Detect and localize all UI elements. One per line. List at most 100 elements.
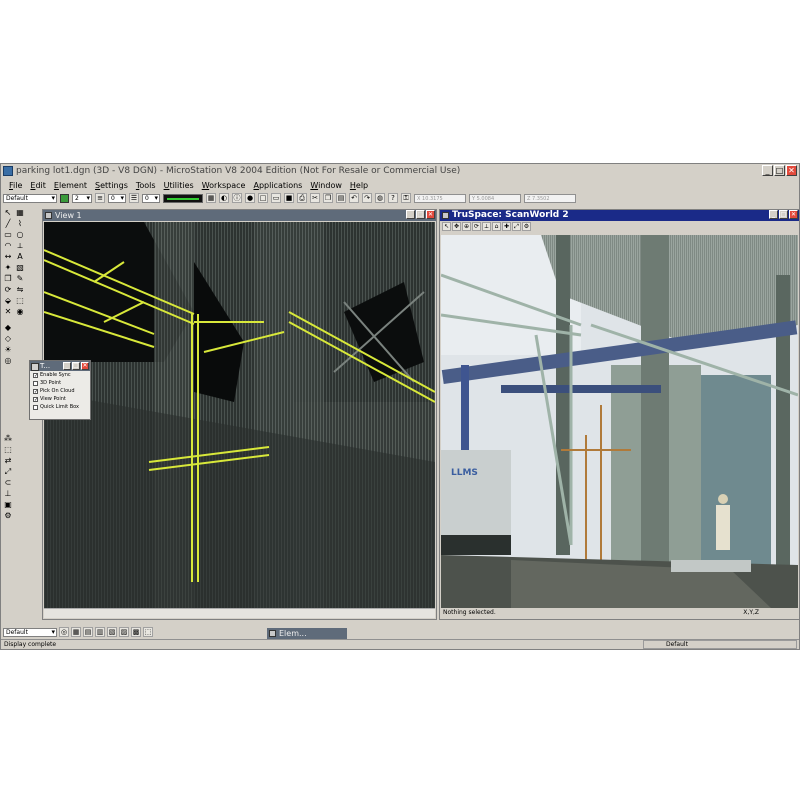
info-icon[interactable]: ⓘ [232, 193, 242, 203]
ts-fit-icon[interactable]: ⤢ [512, 222, 521, 231]
ts-zoom-icon[interactable]: ⊕ [462, 222, 471, 231]
modify-icon[interactable]: ✎ [15, 274, 25, 284]
bottom-view-icon[interactable]: ◎ [59, 627, 69, 637]
line-style-icon[interactable]: ≡ [95, 193, 105, 203]
dialog-close-button[interactable]: ✕ [81, 362, 89, 370]
maximize-button[interactable]: □ [774, 165, 785, 176]
drop-icon[interactable]: ⬙ [3, 296, 13, 306]
active-level-display[interactable]: Default [643, 640, 797, 649]
option-pick-on-cloud[interactable]: ✓ Pick On Cloud [30, 387, 90, 395]
bottom-tool-1-icon[interactable]: ▦ [71, 627, 81, 637]
cloud-fit-icon[interactable]: ⤢ [3, 467, 13, 477]
place-block-icon[interactable]: ▭ [3, 230, 13, 240]
ts-measure-icon[interactable]: ⟂ [482, 222, 491, 231]
cloud-steel-icon[interactable]: ⊥ [3, 489, 13, 499]
coord-x-field[interactable]: X 10.3175 [414, 193, 466, 203]
rotate-icon[interactable]: ⟳ [3, 285, 13, 295]
view-point-checkbox[interactable]: ✓ [33, 396, 38, 402]
scanworld-photo-canvas[interactable]: LLMS [441, 235, 798, 608]
smartline-icon[interactable]: ⌇ [15, 219, 25, 229]
element-info-icon[interactable]: ▦ [206, 193, 216, 203]
line-weight-icon[interactable]: ☰ [129, 193, 139, 203]
fence-icon[interactable]: ▦ [15, 208, 25, 218]
option-enable-sync[interactable]: ✓ Enable Sync [30, 371, 90, 379]
truspace-maximize-button[interactable]: □ [779, 210, 788, 219]
option-view-point[interactable]: ✓ View Point [30, 395, 90, 403]
menu-file[interactable]: File [9, 181, 22, 190]
truspace-close-button[interactable]: ✕ [789, 210, 798, 219]
cloud-settings-icon[interactable]: ⚙ [3, 511, 13, 521]
bottom-level-select[interactable]: Default [3, 627, 57, 637]
menu-element[interactable]: Element [54, 181, 87, 190]
option-3d-point[interactable]: 3D Point [30, 379, 90, 387]
view-icon[interactable]: ◎ [3, 356, 13, 366]
bottom-tool-4-icon[interactable]: ▧ [107, 627, 117, 637]
surface-icon[interactable]: ◇ [3, 334, 13, 344]
quick-limit-box-checkbox[interactable] [33, 404, 38, 410]
ts-settings-icon[interactable]: ⚙ [522, 222, 531, 231]
open-file-icon[interactable]: ▭ [271, 193, 281, 203]
text-icon[interactable]: A [15, 252, 25, 262]
level-select[interactable]: Default [3, 193, 57, 203]
cloud-select-icon[interactable]: ⁂ [3, 434, 13, 444]
menu-edit[interactable]: Edit [30, 181, 46, 190]
style-select[interactable]: 0 [108, 193, 126, 203]
cloud-patch-icon[interactable]: ▣ [3, 500, 13, 510]
menu-tools[interactable]: Tools [136, 181, 156, 190]
enable-sync-checkbox[interactable]: ✓ [33, 372, 38, 378]
bottom-tool-2-icon[interactable]: ▤ [83, 627, 93, 637]
cell-icon[interactable]: ✦ [3, 263, 13, 273]
cloud-fence-icon[interactable]: ⬚ [3, 445, 13, 455]
pick-on-cloud-checkbox[interactable]: ✓ [33, 388, 38, 394]
coord-z-field[interactable]: Z 7.3502 [524, 193, 576, 203]
globe-icon[interactable]: ◍ [375, 193, 385, 203]
undo-icon[interactable]: ↶ [349, 193, 359, 203]
mirror-icon[interactable]: ⇋ [15, 285, 25, 295]
menu-settings[interactable]: Settings [95, 181, 128, 190]
view-1-close-button[interactable]: ✕ [426, 210, 435, 219]
cloud-sync-icon[interactable]: ⇄ [3, 456, 13, 466]
help-icon[interactable]: ? [388, 193, 398, 203]
view-1-maximize-button[interactable]: □ [416, 210, 425, 219]
ts-rotate-icon[interactable]: ⟳ [472, 222, 481, 231]
render-icon[interactable]: ☀ [3, 345, 13, 355]
menu-utilities[interactable]: Utilities [164, 181, 194, 190]
save-icon[interactable]: ■ [284, 193, 294, 203]
color-swatch[interactable] [60, 193, 69, 203]
ts-home-icon[interactable]: ⌂ [492, 222, 501, 231]
point-cloud-view-canvas[interactable] [44, 222, 435, 608]
solid-icon[interactable]: ◆ [3, 323, 13, 333]
dialog-minimize-button[interactable]: _ [63, 362, 71, 370]
weight-select[interactable]: 2 [72, 193, 92, 203]
color-icon[interactable]: ◉ [15, 307, 25, 317]
copy-element-icon[interactable]: ❐ [3, 274, 13, 284]
menu-help[interactable]: Help [350, 181, 368, 190]
bottom-tool-3-icon[interactable]: ▥ [95, 627, 105, 637]
delete-icon[interactable]: ✕ [3, 307, 13, 317]
group-icon[interactable]: ⬚ [15, 296, 25, 306]
bottom-tool-6-icon[interactable]: ▩ [131, 627, 141, 637]
place-circle-icon[interactable]: ○ [15, 230, 25, 240]
bottom-tool-7-icon[interactable]: ⬚ [143, 627, 153, 637]
ts-pick-icon[interactable]: ✚ [502, 222, 511, 231]
copy-icon[interactable]: ❐ [323, 193, 333, 203]
pattern-icon[interactable]: ▧ [15, 263, 25, 273]
line-weight-select[interactable]: 0 [142, 193, 160, 203]
paste-icon[interactable]: ▤ [336, 193, 346, 203]
cloud-pipe-icon[interactable]: ⊂ [3, 478, 13, 488]
close-button[interactable]: ✕ [786, 165, 797, 176]
menu-window[interactable]: Window [310, 181, 342, 190]
ts-pan-icon[interactable]: ✥ [452, 222, 461, 231]
coord-y-field[interactable]: Y 5.0084 [469, 193, 521, 203]
select-icon[interactable]: ↖ [3, 208, 13, 218]
minimize-button[interactable]: _ [762, 165, 773, 176]
bottom-tool-5-icon[interactable]: ▨ [119, 627, 129, 637]
measure-icon[interactable]: ⟂ [15, 241, 25, 251]
cut-icon[interactable]: ✂ [310, 193, 320, 203]
print-icon[interactable]: ⎙ [297, 193, 307, 203]
menu-workspace[interactable]: Workspace [202, 181, 246, 190]
ts-select-icon[interactable]: ↖ [442, 222, 451, 231]
new-file-icon[interactable]: □ [258, 193, 268, 203]
3d-point-checkbox[interactable] [33, 380, 38, 386]
truspace-minimize-button[interactable]: _ [769, 210, 778, 219]
